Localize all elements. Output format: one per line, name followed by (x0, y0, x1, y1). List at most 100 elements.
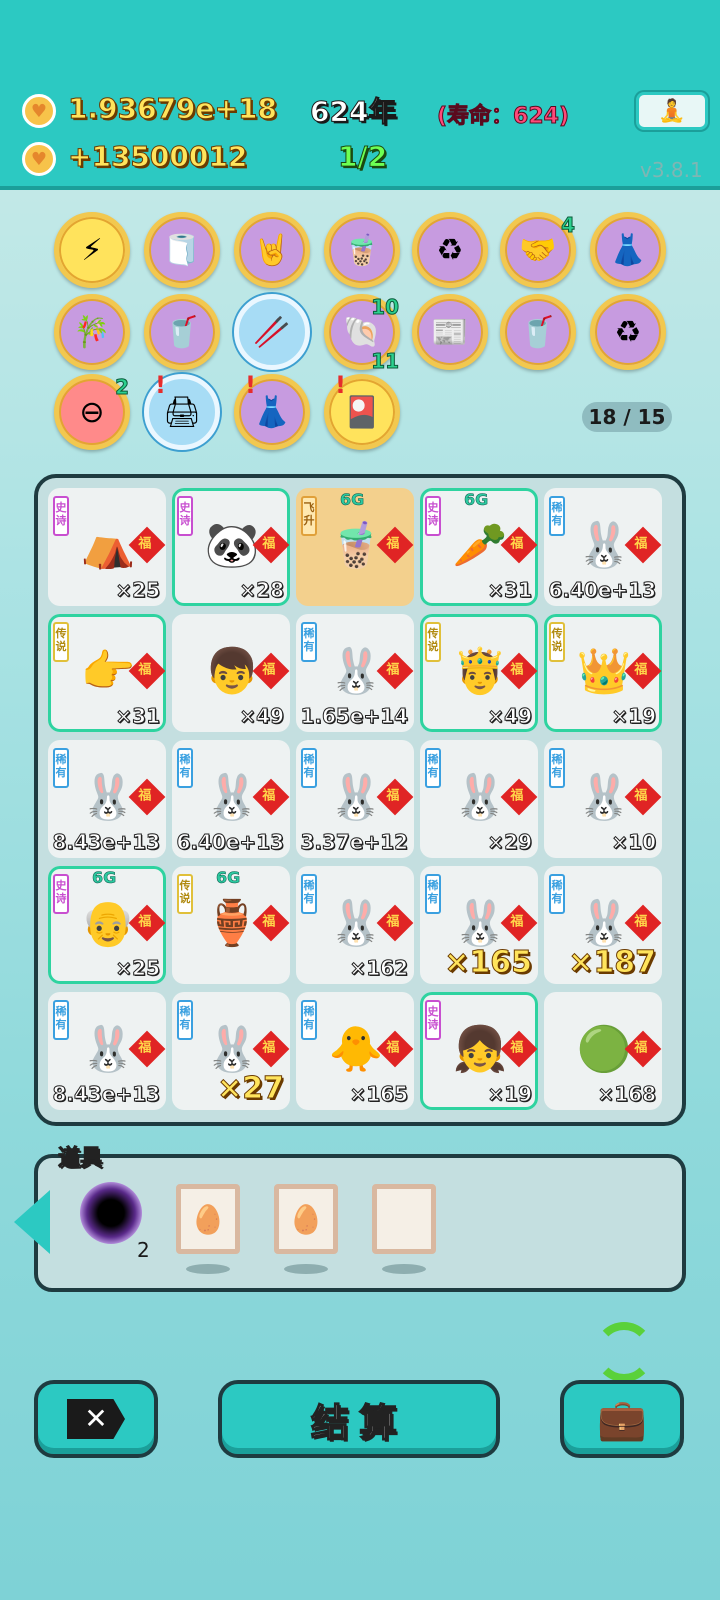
skill-cup-plus[interactable]: 🥤 (144, 294, 220, 370)
board-cell[interactable]: 史诗 ⛺ 福 ×25 (48, 488, 166, 606)
item-quantity: ×25 (115, 956, 161, 981)
item-quantity: 6.40e+13 (548, 578, 656, 603)
rarity-tag: 稀有 (301, 1000, 317, 1040)
rock-hand-icon: 🤘 (253, 232, 291, 268)
year-counter: 624年 (309, 95, 397, 129)
board-cell[interactable]: 史诗 6G 🥕 福 ×31 (420, 488, 538, 606)
skill-lightning[interactable]: ⚡ (54, 212, 130, 288)
refresh-icon[interactable] (594, 1322, 654, 1382)
skill-recycle[interactable]: ♻ (590, 294, 666, 370)
meditate-button[interactable]: 🧘 (636, 92, 708, 130)
skill-shell[interactable]: 🐚 10 11 (324, 294, 400, 374)
tray-item[interactable]: 🥚 (274, 1184, 338, 1254)
item-quantity: ×162 (349, 956, 409, 981)
skill-rock-hand[interactable]: 🤘 (234, 212, 310, 288)
board-cell[interactable]: 稀有 🐰 福 3.37e+12 (296, 740, 414, 858)
warning-icon: ! (335, 371, 346, 399)
income-coin-icon: ♥ (22, 142, 56, 176)
tissue-box-icon: 🧻 (163, 232, 201, 268)
skill-time-magazine[interactable]: 📰 (412, 294, 488, 370)
skill-cup-plus[interactable]: 🥤 (500, 294, 576, 370)
item-shadow (382, 1264, 426, 1274)
item-quantity: ×27 (217, 1071, 285, 1107)
gold-amount: 1.93679e+18 (68, 92, 278, 126)
item-quantity: ×25 (115, 578, 161, 603)
recycle-icon: ♻ (614, 314, 642, 350)
board-cell[interactable]: 稀有 🐰 福 8.43e+13 (48, 992, 166, 1110)
skill-count: 10 (371, 295, 400, 320)
egg-icon: 🥚 (190, 1202, 226, 1236)
board-cell[interactable]: 飞升 6G 🧋 福 (296, 488, 414, 606)
cup-plus-icon: 🥤 (163, 314, 201, 350)
skill-printer[interactable]: 🖨! (144, 371, 220, 450)
board-cell[interactable]: 稀有 🐰 福 ×165 (420, 866, 538, 984)
capacity-counter: 18 / 15 (582, 402, 672, 432)
item-quantity: ×19 (611, 704, 657, 729)
6g-badge: 6G (216, 868, 241, 888)
warning-icon: ! (245, 371, 256, 399)
skill-bamboo[interactable]: 🎋 (54, 294, 130, 370)
rarity-tag: 稀有 (549, 496, 565, 536)
item-quantity: ×165 (444, 945, 533, 981)
board-cell[interactable]: 稀有 🐰 福 ×10 (544, 740, 662, 858)
board-cell[interactable]: 稀有 🐰 福 ×187 (544, 866, 662, 984)
skill-count: 4 (561, 213, 576, 238)
item-quantity: 1.65e+14 (300, 704, 408, 729)
printer-icon: 🖨 (162, 394, 202, 430)
cup-plus-icon: 🥤 (519, 314, 557, 350)
skill-handshake[interactable]: 🤝 4 (500, 212, 576, 288)
item-shadow (284, 1264, 328, 1274)
skill-skirt[interactable]: 👗! (234, 371, 310, 450)
close-icon: ✕ (67, 1399, 125, 1439)
rarity-tag: 稀有 (301, 874, 317, 914)
skirt-icon: 👗 (253, 394, 291, 430)
rarity-tag: 稀有 (425, 874, 441, 914)
rarity-tag: 传说 (549, 622, 565, 662)
board-cell[interactable]: 传说 👉 福 ×31 (48, 614, 166, 732)
rarity-tag: 稀有 (177, 1000, 193, 1040)
board-cell[interactable]: 史诗 🐼 福 ×28 (172, 488, 290, 606)
settle-button[interactable]: 结算 (218, 1380, 500, 1458)
item-quantity: ×168 (597, 1082, 657, 1107)
skill-tissue-box[interactable]: 🧻 (144, 212, 220, 288)
lightning-icon: ⚡ (81, 232, 103, 268)
board-cell[interactable]: 稀有 🐥 福 ×165 (296, 992, 414, 1110)
board-cell[interactable]: 稀有 🐰 福 ×27 (172, 992, 290, 1110)
skill-skirt[interactable]: 👗 (590, 212, 666, 288)
skill-card-pack[interactable]: 🎴! (324, 371, 400, 450)
6g-badge: 6G (464, 490, 489, 510)
rarity-tag: 稀有 (425, 748, 441, 788)
skill-recycle[interactable]: ♻ (412, 212, 488, 288)
board-cell[interactable]: 稀有 🐰 福 ×29 (420, 740, 538, 858)
item-quantity: ×165 (349, 1082, 409, 1107)
rarity-tag: 传说 (425, 622, 441, 662)
skill-milk-tea[interactable]: 🧋 (324, 212, 400, 288)
board-cell[interactable]: 稀有 🐰 福 8.43e+13 (48, 740, 166, 858)
item-quantity: 8.43e+13 (52, 830, 160, 855)
board-cell[interactable]: 传说 🤴 福 ×49 (420, 614, 538, 732)
cancel-button[interactable]: ✕ (34, 1380, 158, 1458)
board-cell[interactable]: 稀有 🐰 福 6.40e+13 (544, 488, 662, 606)
rarity-tag: 史诗 (425, 1000, 441, 1040)
board-cell[interactable]: 传说 👑 福 ×19 (544, 614, 662, 732)
tray-item[interactable]: 🥚 (176, 1184, 240, 1254)
skill-minus[interactable]: ⊖ 2 (54, 374, 130, 450)
board-cell[interactable]: 稀有 🐰 福 6.40e+13 (172, 740, 290, 858)
tray-left-arrow[interactable] (14, 1190, 50, 1254)
board-cell[interactable]: 史诗 6G 👴 福 ×25 (48, 866, 166, 984)
blackhole-icon[interactable] (80, 1182, 142, 1244)
board-cell[interactable]: 史诗 👧 福 ×19 (420, 992, 538, 1110)
skill-chopsticks[interactable]: 🥢 (234, 294, 310, 370)
board-cell[interactable]: 🟢 福 ×168 (544, 992, 662, 1110)
bag-button[interactable]: 💼 (560, 1380, 684, 1458)
board-cell[interactable]: 👦 福 ×49 (172, 614, 290, 732)
rarity-tag: 传说 (53, 622, 69, 662)
rarity-tag: 稀有 (301, 622, 317, 662)
board-cell[interactable]: 传说 6G 🏺 福 (172, 866, 290, 984)
board-cell[interactable]: 稀有 🐰 福 ×162 (296, 866, 414, 984)
6g-badge: 6G (92, 868, 117, 888)
item-quantity: 6.40e+13 (176, 830, 284, 855)
rarity-tag: 稀有 (53, 748, 69, 788)
tray-item[interactable] (372, 1184, 436, 1254)
board-cell[interactable]: 稀有 🐰 福 1.65e+14 (296, 614, 414, 732)
